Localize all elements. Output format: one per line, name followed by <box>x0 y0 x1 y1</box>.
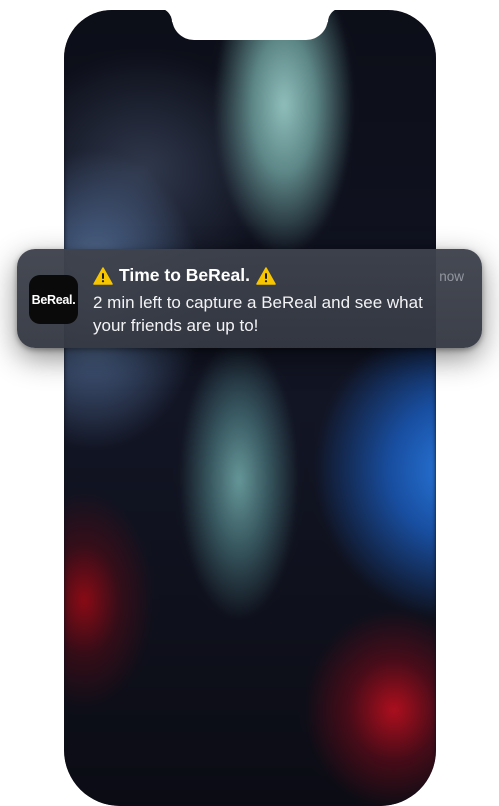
wallpaper <box>64 10 436 806</box>
notification-title: Time to BeReal. <box>119 265 250 285</box>
warning-icon <box>93 266 113 285</box>
notification-body: 2 min left to capture a BeReal and see w… <box>93 293 423 335</box>
home-indicator <box>184 792 316 796</box>
app-icon-label: BeReal. <box>31 292 76 307</box>
notification-timestamp: now <box>439 269 464 284</box>
phone-notch <box>172 10 328 40</box>
phone-screen <box>64 10 436 806</box>
push-notification[interactable]: BeReal. Time to BeReal. now 2 min left t… <box>17 249 482 348</box>
lock-screen-mockup: BeReal. Time to BeReal. now 2 min left t… <box>0 0 499 806</box>
warning-icon <box>256 266 276 285</box>
notification-title-row: Time to BeReal. <box>93 265 276 286</box>
bereal-app-icon: BeReal. <box>29 275 78 324</box>
